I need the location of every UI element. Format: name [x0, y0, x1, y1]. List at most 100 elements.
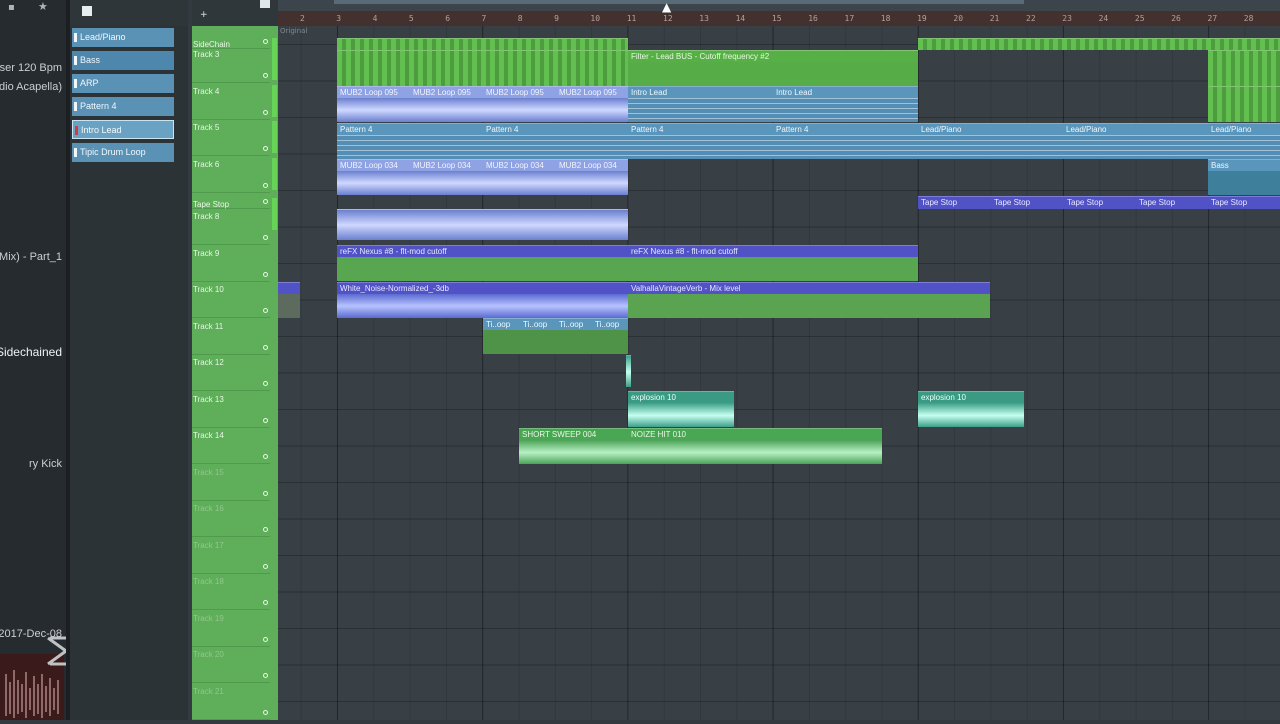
track-select-icon[interactable]	[263, 182, 268, 188]
audio-clip[interactable]: NOIZE HIT 010	[628, 428, 882, 464]
track-header[interactable]: Track 21	[192, 683, 270, 720]
pattern-clip[interactable]	[337, 38, 628, 50]
browser-item[interactable]: Riser 120 Bpm	[0, 62, 62, 74]
track-select-icon[interactable]	[263, 146, 268, 152]
automation-clip[interactable]: reFX Nexus #8 - flt-mod cutoff	[628, 245, 918, 281]
audio-clip[interactable]: MUB2 Loop 095	[337, 86, 410, 122]
audio-clip[interactable]	[337, 209, 628, 240]
automation-clip[interactable]: reFX Nexus #8 - flt-mod cutoff	[337, 245, 628, 281]
picker-item[interactable]: Pattern 4	[72, 97, 174, 116]
picker-item[interactable]: Lead/Piano	[72, 28, 174, 47]
pattern-clip[interactable]: Lead/Piano	[918, 123, 1063, 159]
track-header[interactable]: Track 8	[192, 208, 270, 245]
add-icon[interactable]: +	[200, 10, 208, 20]
track-header[interactable]: Track 5	[192, 119, 277, 157]
star-icon[interactable]: ★	[38, 0, 48, 13]
track-header[interactable]: Track 9	[192, 245, 270, 282]
pattern-clip[interactable]: Lead/Piano	[1063, 123, 1208, 159]
track-select-icon[interactable]	[263, 344, 268, 350]
track-header[interactable]: Track 11	[192, 318, 270, 355]
track-header[interactable]: Track 12	[192, 354, 270, 391]
pattern-clip[interactable]: Lead/Piano	[1208, 123, 1280, 159]
browser-item[interactable]: Sidechained	[0, 345, 62, 359]
automation-clip[interactable]: Filter - Lead BUS - Cutoff frequency #2	[628, 50, 918, 86]
audio-clip[interactable]: MUB2 Loop 034	[410, 159, 483, 195]
audio-clip[interactable]: SHORT SWEEP 004	[519, 428, 628, 464]
track-select-icon[interactable]	[263, 527, 268, 532]
pattern-clip[interactable]: Pattern 4	[337, 123, 483, 159]
automation-clip[interactable]: ValhallaVintageVerb - Mix level	[628, 282, 990, 318]
track-select-icon[interactable]	[263, 381, 268, 386]
track-select-icon[interactable]	[263, 308, 268, 313]
pattern-clip[interactable]	[918, 38, 1280, 50]
audio-clip[interactable]: explosion 10	[628, 391, 734, 427]
track-select-icon[interactable]	[263, 109, 268, 115]
pattern-icon[interactable]	[260, 0, 270, 8]
track-select-icon[interactable]	[263, 600, 268, 605]
track-select-icon[interactable]	[263, 417, 268, 423]
pattern-clip[interactable]: Pattern 4	[628, 123, 773, 159]
track-header[interactable]: Track 4	[192, 83, 277, 120]
picker-item[interactable]: ARP	[72, 74, 174, 93]
automation-clip[interactable]: Tape Stop	[1208, 196, 1280, 209]
audio-clip[interactable]: MUB2 Loop 095	[556, 86, 628, 122]
pattern-clip[interactable]: Pattern 4	[773, 123, 918, 159]
track-header[interactable]: Track 3	[192, 46, 277, 83]
automation-clip[interactable]	[278, 282, 300, 318]
picker-item-selected[interactable]: Intro Lead	[72, 120, 174, 139]
track-header[interactable]: Track 15	[192, 464, 270, 501]
automation-clip[interactable]: Tape Stop	[1064, 196, 1136, 209]
track-select-icon[interactable]	[263, 199, 268, 204]
pattern-clip[interactable]: Intro Lead	[773, 86, 918, 122]
audio-clip[interactable]: MUB2 Loop 034	[483, 159, 556, 195]
track-header[interactable]: Track 17	[192, 537, 270, 574]
track-select-icon[interactable]	[263, 235, 268, 240]
browser-item[interactable]: l Mix) - Part_1	[0, 251, 62, 263]
horizontal-scrollbar[interactable]	[334, 0, 1024, 4]
pattern-clip[interactable]	[1208, 86, 1280, 122]
pattern-clip[interactable]: Ti..oop	[592, 318, 628, 354]
track-select-icon[interactable]	[263, 271, 268, 277]
track-select-icon[interactable]	[263, 39, 268, 44]
audio-clip[interactable]: White_Noise-Normalized_-3db	[337, 282, 628, 318]
picker-item[interactable]: Bass	[72, 51, 174, 70]
track-header[interactable]: Track 14	[192, 427, 270, 464]
track-select-icon[interactable]	[263, 490, 268, 496]
pattern-clip[interactable]: Ti..oop	[483, 318, 520, 354]
pattern-clip[interactable]: Ti..oop	[556, 318, 592, 354]
pattern-clip[interactable]	[337, 50, 628, 86]
pattern-clip[interactable]: Intro Lead	[628, 86, 773, 122]
track-select-icon[interactable]	[263, 673, 268, 678]
folder-icon[interactable]: ▪	[8, 2, 18, 13]
ruler-bar-number: 6	[445, 14, 451, 23]
track-header[interactable]: Track 10	[192, 281, 270, 318]
audio-clip[interactable]: MUB2 Loop 034	[556, 159, 628, 195]
audio-clip[interactable]: MUB2 Loop 034	[337, 159, 410, 195]
audio-clip[interactable]: MUB2 Loop 095	[483, 86, 556, 122]
track-select-icon[interactable]	[263, 454, 268, 459]
track-select-icon[interactable]	[263, 563, 268, 569]
track-header[interactable]: Track 20	[192, 646, 270, 683]
browser-item[interactable]: udio Acapella)	[0, 81, 62, 93]
pattern-clip[interactable]	[1208, 50, 1280, 86]
track-header[interactable]: Track 18	[192, 573, 270, 610]
track-select-icon[interactable]	[263, 636, 268, 642]
pattern-clip[interactable]: Pattern 4	[483, 123, 628, 159]
pattern-clip[interactable]: Ti..oop	[520, 318, 556, 354]
browser-item[interactable]: ry Kick	[29, 458, 62, 470]
track-select-icon[interactable]	[263, 73, 268, 78]
track-header[interactable]: Track 13	[192, 391, 270, 428]
track-header[interactable]: Track 6	[192, 156, 277, 193]
track-select-icon[interactable]	[263, 709, 268, 715]
piano-icon[interactable]	[82, 6, 92, 16]
audio-clip[interactable]	[626, 355, 631, 387]
picker-item[interactable]: Tipic Drum Loop	[72, 143, 174, 162]
track-header[interactable]: Track 19	[192, 610, 270, 647]
audio-clip[interactable]: explosion 10	[918, 391, 1024, 427]
automation-clip[interactable]: Tape Stop	[991, 196, 1064, 209]
audio-clip[interactable]: MUB2 Loop 095	[410, 86, 483, 122]
automation-clip[interactable]: Tape Stop	[1136, 196, 1208, 209]
pattern-clip[interactable]: Bass	[1208, 159, 1280, 195]
track-header[interactable]: Track 16	[192, 500, 270, 537]
automation-clip[interactable]: Tape Stop	[918, 196, 991, 209]
